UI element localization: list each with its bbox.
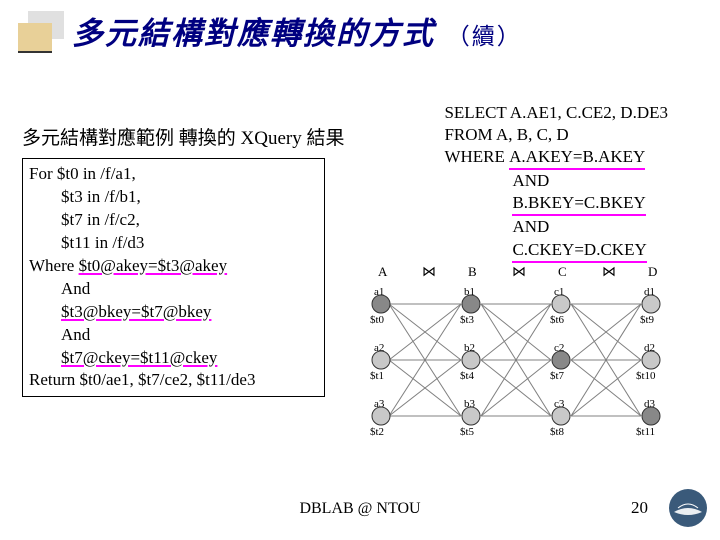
slide-header: 多元結構對應轉換的方式 （續） [0,0,720,53]
lbl-t1: $t1 [370,370,384,382]
sql-l3a: WHERE [444,147,509,166]
sql-code-box: SELECT A.AE1, C.CE2, D.DE3 FROM A, B, C,… [444,102,668,263]
subtitle-xquery: XQuery [241,128,302,149]
graph-edges [389,304,641,416]
sql-l4: AND [444,170,668,192]
xq-l5b: $t0@akey=$t3@akey [79,256,228,275]
col-a: A [378,264,388,279]
ntou-logo-icon [668,488,708,528]
lbl-t5: $t5 [460,426,475,438]
node-b1: b1 [464,286,475,298]
sql-l3b: A.AKEY=B.AKEY [509,146,645,170]
xq-l7: $t3@bkey=$t7@bkey [29,301,318,324]
node-a2: a2 [374,342,384,354]
xq-l3: $t7 in /f/c2, [29,209,318,232]
node-d1: d1 [644,286,655,298]
title-ornament [18,11,64,51]
subtitle-suffix: 結果 [302,128,345,149]
lbl-t10: $t10 [636,370,656,382]
lbl-t2: $t2 [370,426,384,438]
node-c2: c2 [554,342,564,354]
join-cd: ⋈ [602,265,616,280]
node-d3: d3 [644,398,656,410]
lbl-t9: $t9 [640,314,655,326]
lbl-t6: $t6 [550,314,565,326]
node-d2: d2 [644,342,655,354]
lbl-t3: $t3 [460,314,475,326]
sql-l5: B.BKEY=C.BKEY [444,192,668,216]
sql-l3: WHERE A.AKEY=B.AKEY [444,146,668,170]
node-a3: a3 [374,398,385,410]
xq-l9t: $t7@ckey=$t11@ckey [61,348,217,367]
xq-l8: And [29,324,318,347]
node-a1: a1 [374,286,384,298]
page-number: 20 [631,498,648,518]
node-c1: c1 [554,286,564,298]
xq-l4: $t11 in /f/d3 [29,232,318,255]
lbl-t11: $t11 [636,426,655,438]
node-b2: b2 [464,342,475,354]
xq-l1: For $t0 in /f/a1, [29,163,318,186]
title-suffix: （續） [447,24,522,49]
join-bc: ⋈ [512,265,526,280]
sql-l7t: C.CKEY=D.CKEY [512,239,646,263]
xquery-code-box: For $t0 in /f/a1, $t3 in /f/b1, $t7 in /… [22,158,325,397]
subtitle-prefix: 多元結構對應範例 轉換的 [22,128,241,149]
sql-l5t: B.BKEY=C.BKEY [512,192,645,216]
xq-l7t: $t3@bkey=$t7@bkey [61,302,211,321]
slide-title: 多元結構對應轉換的方式 （續） [72,8,522,53]
xq-l9: $t7@ckey=$t11@ckey [29,347,318,370]
xq-l5a: Where [29,256,79,275]
xq-l6: And [29,278,318,301]
xq-l10: Return $t0/ae1, $t7/ce2, $t11/de3 [29,369,318,392]
sql-l1: SELECT A.AE1, C.CE2, D.DE3 [444,102,668,124]
xq-l5: Where $t0@akey=$t3@akey [29,255,318,278]
lbl-t8: $t8 [550,426,565,438]
sql-l7: C.CKEY=D.CKEY [444,239,668,263]
lbl-t0: $t0 [370,314,385,326]
footer-text: DBLAB @ NTOU [0,500,720,518]
join-ab: ⋈ [422,265,436,280]
node-b3: b3 [464,398,476,410]
title-main: 多元結構對應轉換的方式 [72,16,435,51]
col-c: C [558,264,567,279]
xq-l2: $t3 in /f/b1, [29,186,318,209]
lbl-t4: $t4 [460,370,475,382]
lbl-t7: $t7 [550,370,565,382]
sql-l2: FROM A, B, C, D [444,124,668,146]
sql-l6: AND [444,216,668,238]
col-b: B [468,264,477,279]
join-graph-diagram: A ⋈ B ⋈ C ⋈ D a1 $t0 b1 $t3 c1 $t6 d1 $t9 a2… [352,262,700,458]
node-c3: c3 [554,398,565,410]
col-d: D [648,264,657,279]
